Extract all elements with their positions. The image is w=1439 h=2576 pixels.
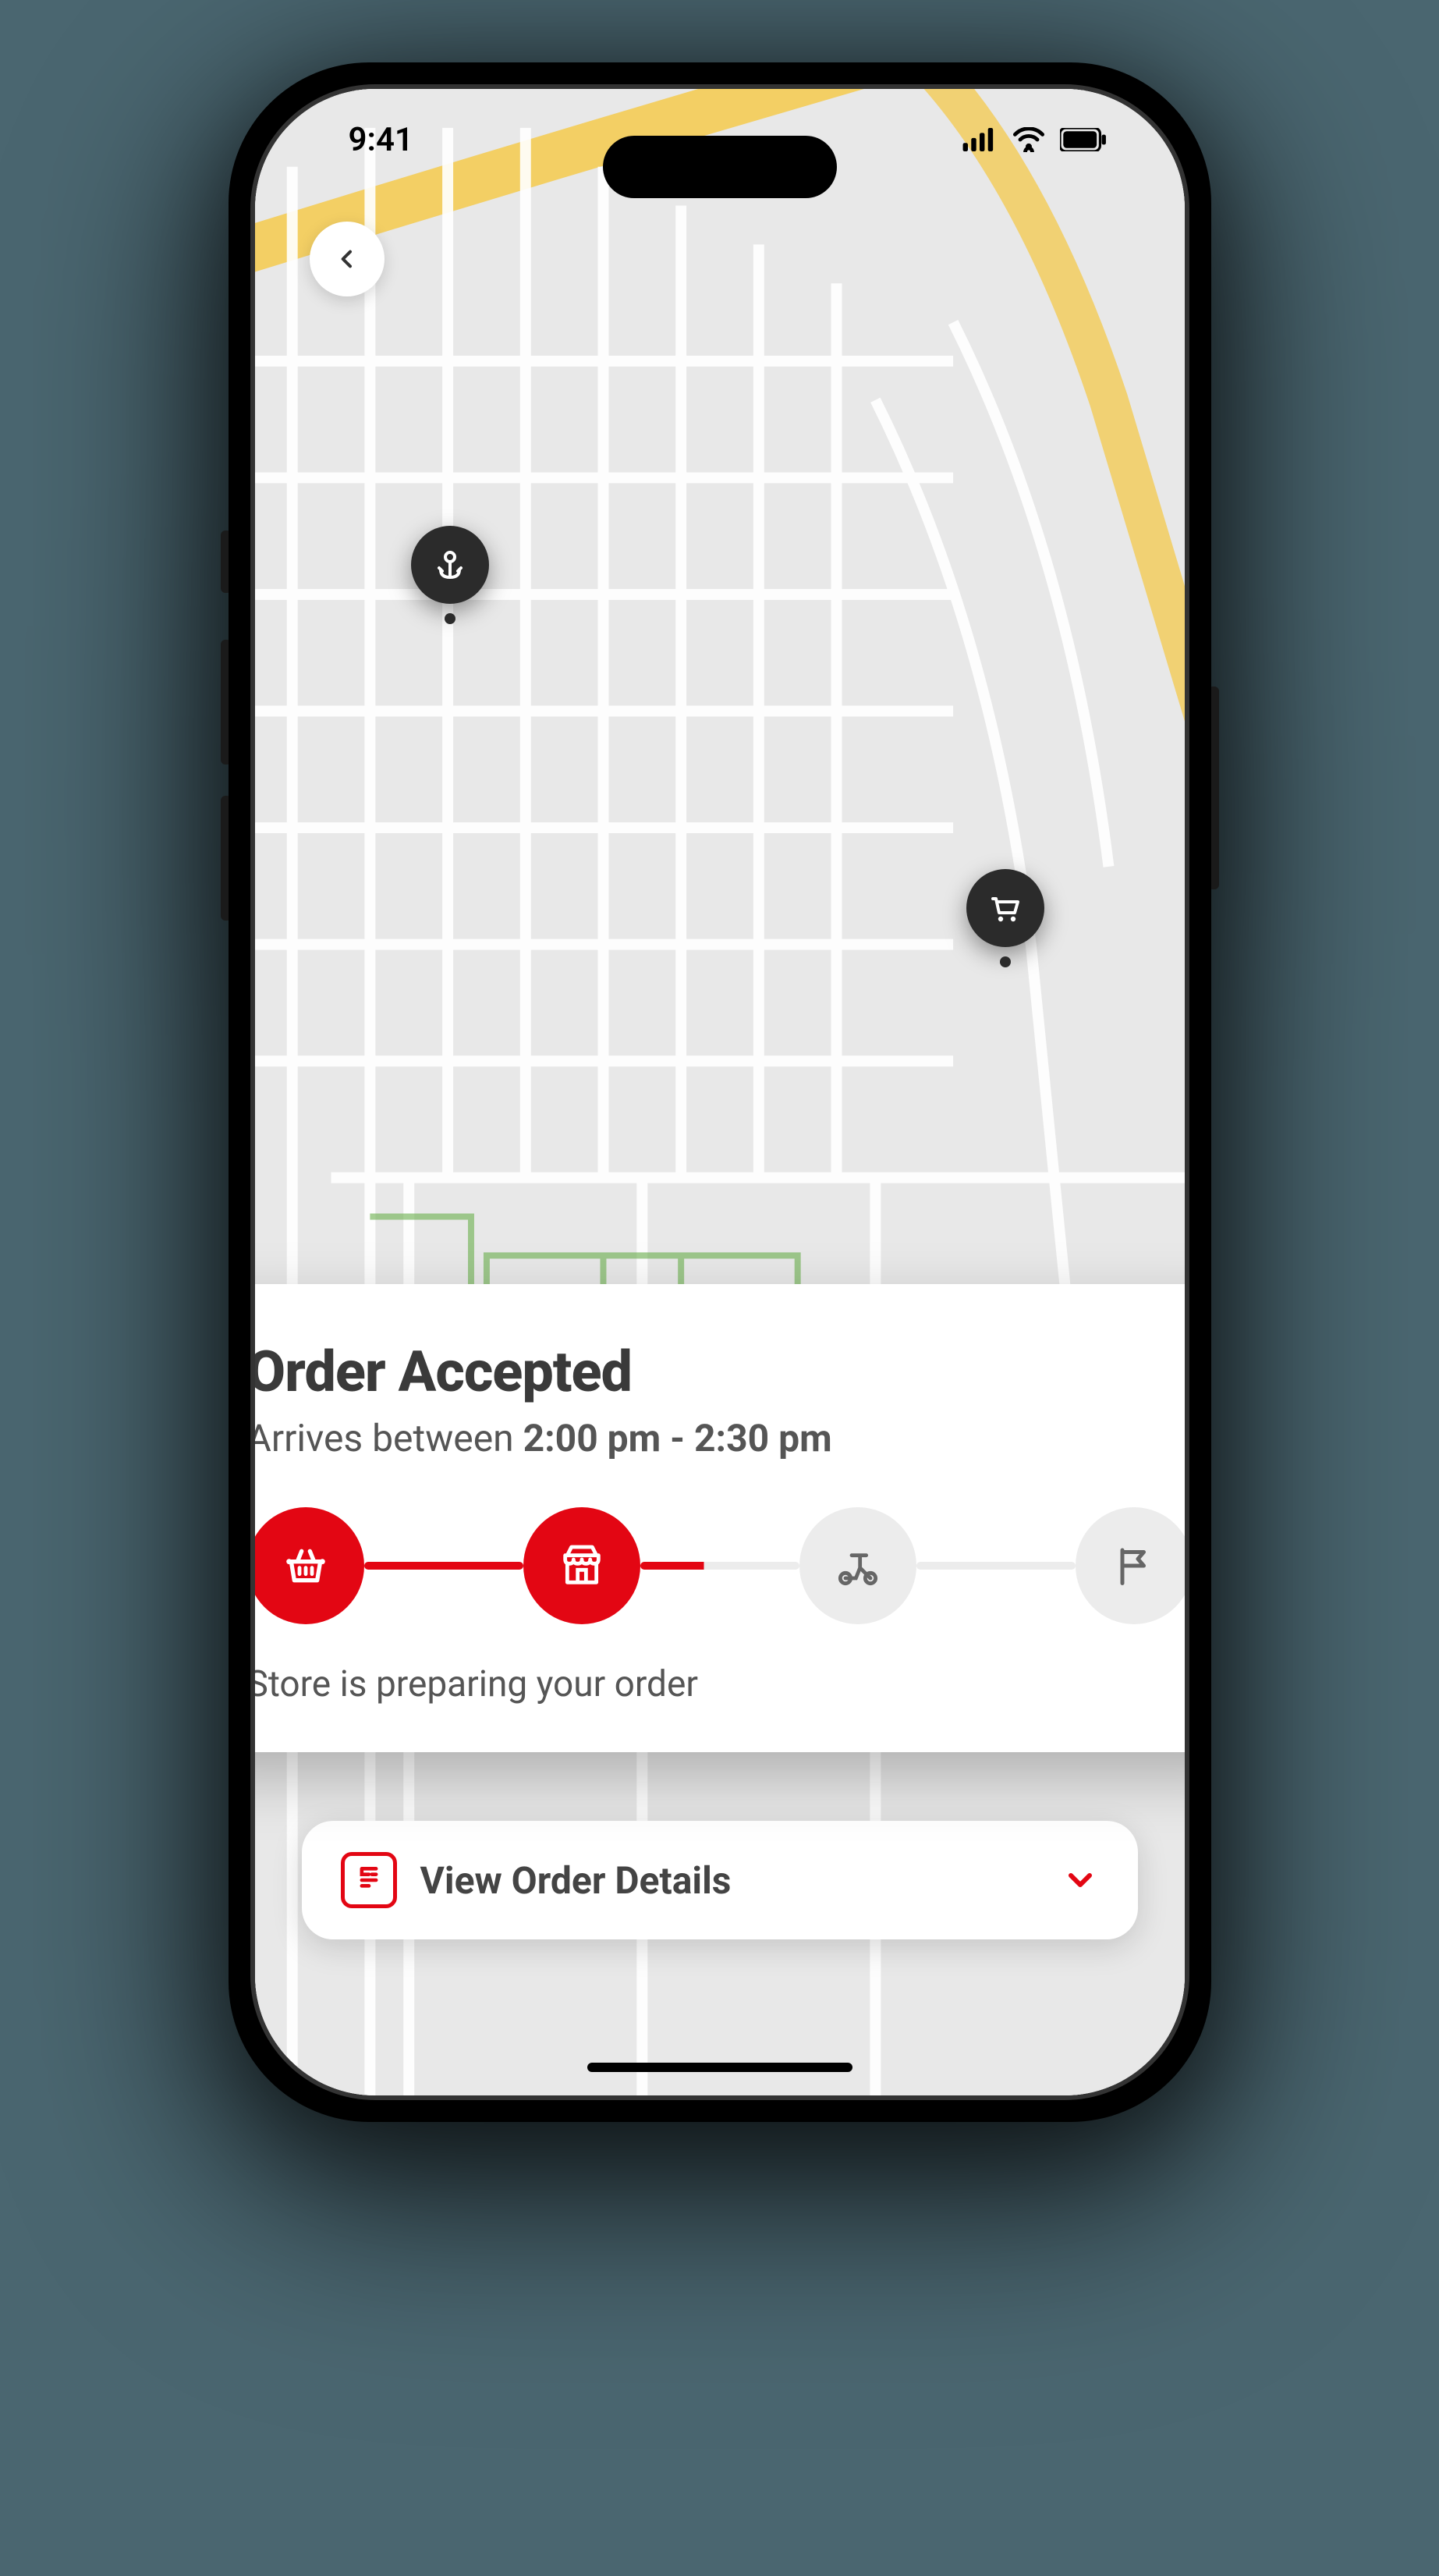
progress-connector-1 [364,1562,523,1570]
view-order-details-label: View Order Details [420,1858,1038,1903]
progress-connector-3 [916,1562,1076,1570]
cart-icon [987,889,1024,927]
wifi-icon [1012,127,1046,152]
flag-icon [1111,1542,1157,1589]
order-progress-bar [255,1507,1185,1624]
status-time: 9:41 [349,121,413,159]
order-status-title: Order Accepted [255,1339,1185,1405]
dynamic-island [603,136,837,198]
anchor-pin-icon [431,546,469,584]
chevron-left-icon [335,247,360,271]
order-status-message: Store is preparing your order [255,1663,1185,1705]
map-view[interactable] [255,89,1185,2095]
scooter-icon [833,1541,883,1591]
cellular-icon [962,128,998,151]
order-status-card: Order Accepted Arrives between 2:00 pm -… [255,1284,1185,1752]
store-icon [557,1541,607,1591]
progress-step-store [523,1507,640,1624]
phone-frame: 9:41 [229,62,1211,2122]
back-button[interactable] [310,222,385,296]
progress-step-basket [255,1507,364,1624]
chevron-down-icon [1062,1861,1099,1899]
order-arrival-text: Arrives between 2:00 pm - 2:30 pm [255,1416,1185,1460]
receipt-icon [341,1852,397,1908]
progress-step-delivery [799,1507,916,1624]
battery-icon [1060,128,1107,151]
progress-step-complete [1076,1507,1185,1624]
progress-connector-2 [640,1562,799,1570]
home-indicator[interactable] [587,2063,852,2072]
view-order-details-button[interactable]: View Order Details [302,1821,1138,1939]
map-roads [255,89,1185,2095]
basket-icon [281,1541,331,1591]
map-pin-origin[interactable] [411,526,489,604]
map-pin-destination[interactable] [966,869,1044,947]
